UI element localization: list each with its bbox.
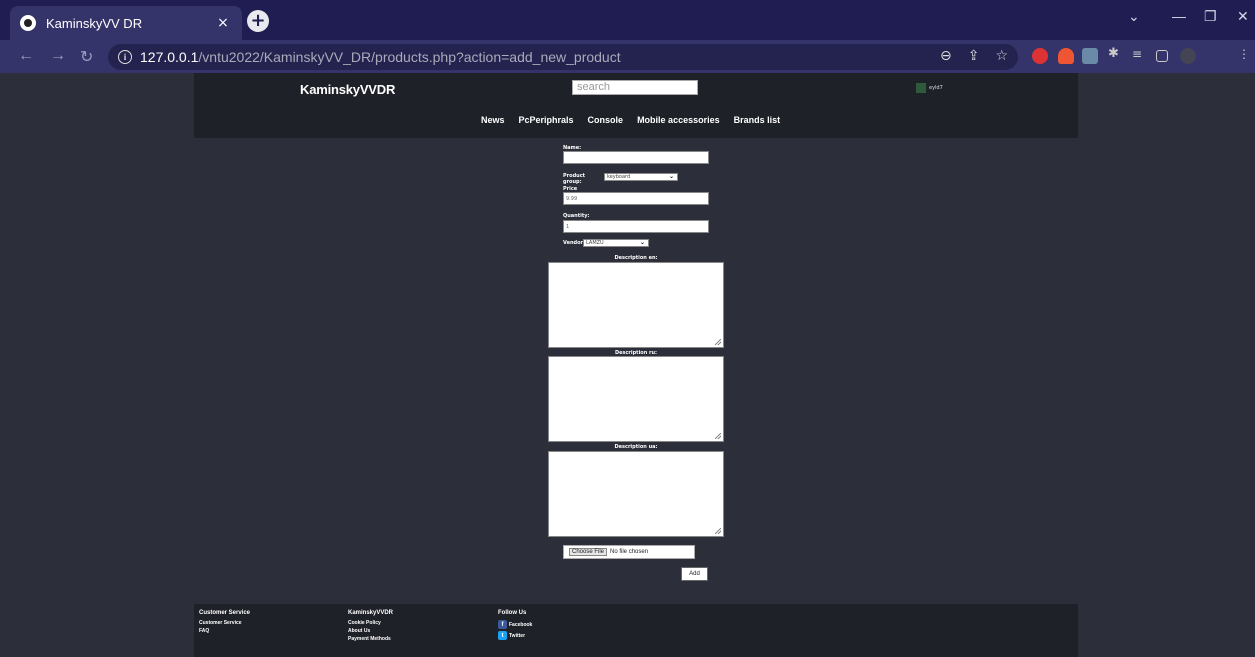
product-group-select[interactable]: keyboard ⌄ (604, 173, 678, 181)
site-favicon-icon (20, 15, 36, 31)
choose-file-button[interactable]: Choose File (569, 548, 608, 556)
search-input[interactable]: search (572, 80, 698, 95)
nav-item-pcperipherals[interactable]: PcPeriphrals (519, 115, 574, 125)
site-nav: News PcPeriphrals Console Mobile accesso… (194, 106, 1078, 138)
extension-hand-icon[interactable] (1058, 48, 1074, 64)
reload-icon[interactable]: ↻ (80, 47, 93, 67)
zoom-icon[interactable]: ⊖ (940, 48, 952, 64)
url-path: /vntu2022/KaminskyVV_DR/products.php?act… (198, 49, 621, 65)
file-input[interactable]: Choose File No file chosen (563, 545, 695, 559)
nav-item-console[interactable]: Console (588, 115, 624, 125)
minimize-icon[interactable]: — (1172, 8, 1186, 24)
browser-tab-bar: KaminskyVV DR × + ⌄ — ❐ ✕ (0, 0, 1255, 40)
product-group-value: keyboard (607, 174, 631, 180)
browser-menu-icon[interactable]: ⋮ (1238, 47, 1254, 63)
vendor-select[interactable]: LAMZU ⌄ (583, 239, 649, 247)
description-ua-label: Description ua: (614, 444, 658, 450)
tab-search-chevron-icon[interactable]: ⌄ (1128, 8, 1140, 25)
site-info-icon[interactable]: i (118, 50, 132, 64)
nav-item-news[interactable]: News (481, 115, 505, 125)
file-status: No file chosen (610, 549, 649, 555)
share-icon[interactable]: ⇪ (968, 48, 980, 64)
name-field[interactable] (563, 151, 709, 164)
site-header: KaminskyVVDR search eyld7 (194, 73, 1078, 106)
vendor-label: Vendor: (563, 240, 586, 246)
footer-link-customer-service[interactable]: Customer Service (199, 620, 250, 626)
footer-link-twitter[interactable]: t Twitter (498, 631, 532, 640)
footer-heading: Customer Service (199, 610, 251, 616)
extension-square-icon[interactable] (1082, 48, 1098, 64)
tab-title: KaminskyVV DR (46, 15, 143, 31)
description-ua-textarea[interactable] (548, 451, 724, 537)
url-text: 127.0.0.1/vntu2022/KaminskyVV_DR/product… (140, 49, 621, 65)
footer-link-cookie-policy[interactable]: Cookie Policy (348, 620, 393, 626)
footer-heading: Follow Us (498, 610, 527, 616)
facebook-label: Facebook (509, 621, 533, 628)
tab-close-icon[interactable]: × (214, 15, 232, 31)
reading-list-icon[interactable]: ≡ (1132, 47, 1148, 63)
address-bar[interactable]: i 127.0.0.1/vntu2022/KaminskyVV_DR/produ… (108, 44, 1018, 70)
twitter-icon: t (498, 631, 507, 640)
site-footer: Customer Service Customer Service FAQ Ka… (194, 604, 1078, 657)
restore-icon[interactable]: ❐ (1204, 8, 1217, 25)
user-avatar (916, 83, 926, 93)
footer-follow-us: Follow Us f Facebook t Twitter (498, 610, 532, 642)
forward-arrow-icon[interactable]: → (50, 47, 66, 65)
product-group-label: Product group: (563, 173, 586, 185)
url-host: 127.0.0.1 (140, 49, 199, 65)
side-panel-icon[interactable] (1156, 50, 1168, 62)
footer-company: KaminskyVVDR Cookie Policy About Us Paym… (348, 610, 393, 644)
vendor-value: LAMZU (586, 240, 604, 246)
description-en-textarea[interactable] (548, 262, 724, 348)
browser-tab[interactable]: KaminskyVV DR × (10, 6, 242, 40)
bookmark-star-icon[interactable]: ☆ (995, 48, 1008, 64)
extensions-puzzle-icon[interactable]: ✱ (1108, 46, 1124, 62)
chevron-down-icon: ⌄ (639, 239, 645, 246)
window-close-icon[interactable]: ✕ (1237, 8, 1249, 25)
quantity-field[interactable]: 1 (563, 220, 709, 233)
site-logo[interactable]: KaminskyVVDR (300, 82, 395, 97)
profile-avatar-icon[interactable] (1180, 48, 1196, 64)
description-en-label: Description en: (614, 255, 658, 261)
extension-red-icon[interactable] (1032, 48, 1048, 64)
quantity-label: Quantity: (563, 213, 590, 219)
new-tab-button[interactable]: + (247, 10, 269, 32)
footer-link-faq[interactable]: FAQ (199, 628, 250, 634)
twitter-label: Twitter (509, 632, 526, 639)
nav-item-brands-list[interactable]: Brands list (734, 115, 781, 125)
chevron-down-icon: ⌄ (668, 173, 674, 180)
user-profile[interactable]: eyld7 (916, 83, 943, 93)
back-arrow-icon[interactable]: ← (18, 47, 34, 65)
footer-link-facebook[interactable]: f Facebook (498, 620, 532, 629)
description-ru-textarea[interactable] (548, 356, 724, 442)
add-button[interactable]: Add (681, 567, 708, 581)
footer-link-payment-methods[interactable]: Payment Methods (348, 636, 393, 642)
footer-link-about-us[interactable]: About Us (348, 628, 393, 634)
username: eyld7 (929, 85, 943, 91)
footer-heading: KaminskyVVDR (348, 610, 394, 616)
browser-toolbar: ← → ↻ i 127.0.0.1/vntu2022/KaminskyVV_DR… (0, 40, 1255, 73)
footer-customer-service: Customer Service Customer Service FAQ (199, 610, 250, 636)
nav-item-mobile-accessories[interactable]: Mobile accessories (637, 115, 720, 125)
price-field[interactable]: 9.99 (563, 192, 709, 205)
facebook-icon: f (498, 620, 507, 629)
